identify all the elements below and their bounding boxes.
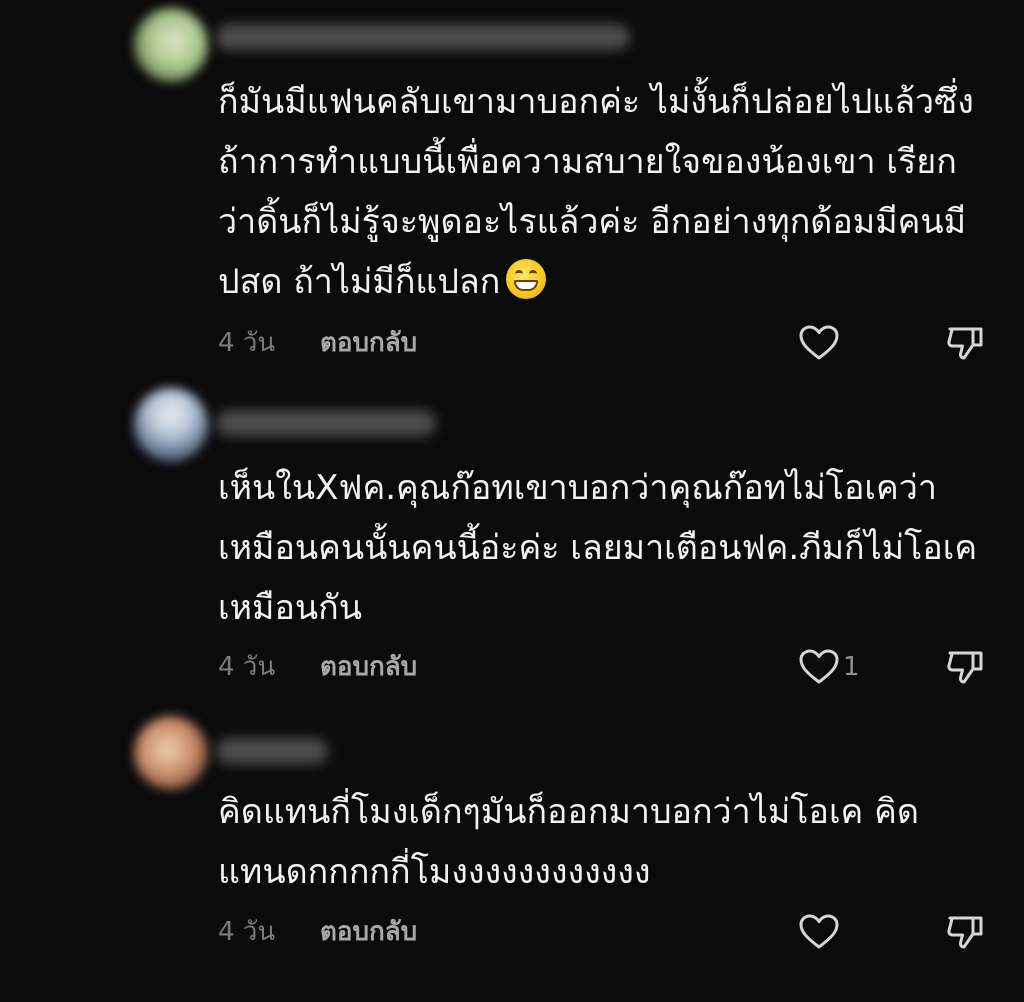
thumbs-down-icon <box>947 916 983 949</box>
dislike-button[interactable] <box>944 912 986 952</box>
dislike-button[interactable] <box>944 647 986 687</box>
comment-meta: 4 วัน ตอบกลับ <box>0 912 1024 952</box>
reply-button[interactable]: ตอบกลับ <box>320 647 417 687</box>
comment-meta: 4 วัน ตอบกลับ <box>0 323 1024 363</box>
avatar[interactable] <box>134 388 208 462</box>
reply-button[interactable]: ตอบกลับ <box>320 323 417 363</box>
comment-text: ก็มันมีแฟนคลับเขามาบอกค่ะ ไม่งั้นก็ปล่อย… <box>218 82 974 302</box>
username-blurred[interactable] <box>216 24 630 50</box>
heart-outline-icon <box>799 914 839 949</box>
comment-time: 4 วัน <box>218 328 276 358</box>
next-item-peek <box>928 988 942 1002</box>
comment-time: 4 วัน <box>218 917 276 947</box>
like-count: 1 <box>843 652 860 682</box>
reply-button[interactable]: ตอบกลับ <box>320 912 417 952</box>
username-blurred[interactable] <box>216 410 436 436</box>
grinning-face-emoji-icon <box>506 259 547 299</box>
comment-text: คิดแทนกี่โมงเด็กๆมันก็ออกมาบอกว่าไม่โอเค… <box>218 792 919 892</box>
like-button[interactable]: 1 <box>797 647 860 687</box>
comment-meta: 4 วัน ตอบกลับ 1 <box>0 647 1024 687</box>
username-blurred[interactable] <box>216 738 328 764</box>
heart-outline-icon <box>799 649 839 684</box>
comment-text: เห็นในXฟค.คุณก๊อทเขาบอกว่าคุณก๊อทไม่โอเค… <box>218 468 978 628</box>
heart-outline-icon <box>799 325 839 360</box>
comments-screen: ก็มันมีแฟนคลับเขามาบอกค่ะ ไม่งั้นก็ปล่อย… <box>0 0 1024 1002</box>
avatar[interactable] <box>134 716 208 790</box>
avatar[interactable] <box>134 8 208 82</box>
comment-time: 4 วัน <box>218 652 276 682</box>
like-button[interactable] <box>797 912 843 952</box>
thumbs-down-icon <box>947 651 983 684</box>
thumbs-down-icon <box>947 327 983 360</box>
dislike-button[interactable] <box>944 323 986 363</box>
like-button[interactable] <box>797 323 843 363</box>
